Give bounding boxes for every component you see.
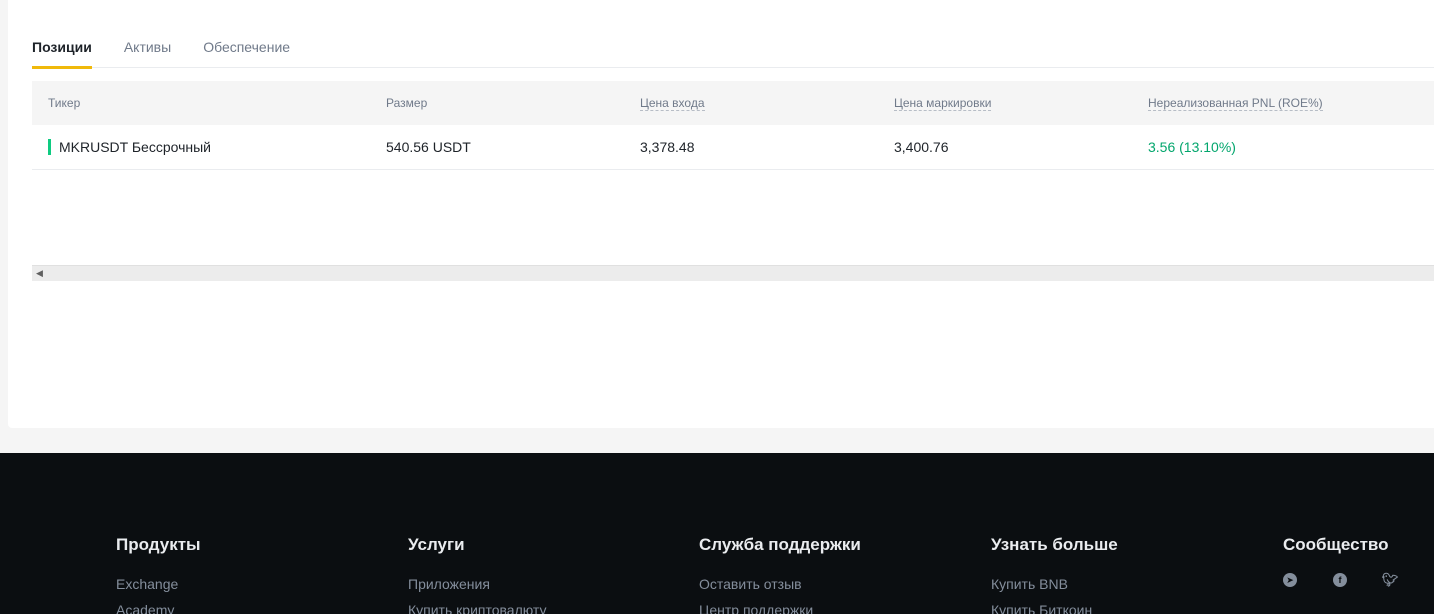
footer-link[interactable]: Academy: [116, 599, 201, 614]
footer-link[interactable]: Купить BNB: [991, 573, 1118, 599]
twitter-icon[interactable]: 🐦︎: [1382, 572, 1399, 587]
footer-col-products: Продукты Exchange Academy: [116, 535, 201, 614]
footer-link[interactable]: Купить Биткоин: [991, 599, 1118, 614]
social-icons: ➤ f 🐦︎: [1283, 572, 1399, 587]
header-unrealized-pnl-label: Нереализованная PNL (ROE%): [1148, 96, 1323, 111]
tab-assets[interactable]: Активы: [124, 28, 171, 68]
header-entry-price-label: Цена входа: [640, 96, 705, 111]
footer-link[interactable]: Центр поддержки: [699, 599, 861, 614]
footer-col-title: Служба поддержки: [699, 535, 861, 554]
footer-col-title: Узнать больше: [991, 535, 1118, 554]
table-row: MKRUSDT Бессрочный 540.56 USDT 3,378.48 …: [32, 125, 1434, 170]
footer-col-title: Услуги: [408, 535, 465, 554]
footer-link[interactable]: Приложения: [408, 573, 547, 599]
tab-positions[interactable]: Позиции: [32, 28, 92, 69]
cell-unrealized-pnl: 3.56 (13.10%): [1148, 139, 1236, 155]
cell-ticker[interactable]: MKRUSDT Бессрочный: [59, 125, 211, 170]
table-header: Тикер Размер Цена входа Цена маркировки …: [32, 81, 1434, 125]
horizontal-scrollbar[interactable]: ◀: [32, 265, 1434, 281]
footer-link[interactable]: Exchange: [116, 573, 201, 599]
scroll-left-arrow-icon[interactable]: ◀: [36, 268, 43, 279]
telegram-icon[interactable]: ➤: [1283, 573, 1297, 587]
positions-panel: Позиции Активы Обеспечение Тикер Размер …: [8, 0, 1434, 428]
footer-col-title: Сообщество: [1283, 535, 1389, 554]
header-mark-price-label: Цена маркировки: [894, 96, 992, 111]
header-unrealized-pnl[interactable]: Нереализованная PNL (ROE%): [1148, 81, 1323, 125]
long-side-indicator: [48, 139, 51, 155]
tab-collateral[interactable]: Обеспечение: [203, 28, 290, 68]
footer-col-services: Услуги Приложения Купить криптовалюту: [408, 535, 547, 614]
positions-tabs: Позиции Активы Обеспечение: [32, 28, 1434, 69]
positions-table: Тикер Размер Цена входа Цена маркировки …: [32, 81, 1434, 170]
footer-col-support: Служба поддержки Оставить отзыв Центр по…: [699, 535, 861, 614]
footer-col-learn-more: Узнать больше Купить BNB Купить Биткоин: [991, 535, 1118, 614]
cell-size: 540.56 USDT: [386, 139, 471, 155]
header-ticker: Тикер: [48, 96, 81, 110]
header-entry-price[interactable]: Цена входа: [640, 81, 705, 125]
footer: Продукты Exchange Academy Услуги Приложе…: [0, 453, 1434, 614]
footer-col-title: Продукты: [116, 535, 201, 554]
footer-link[interactable]: Купить криптовалюту: [408, 599, 547, 614]
header-size: Размер: [386, 96, 428, 110]
header-mark-price[interactable]: Цена маркировки: [894, 81, 992, 125]
footer-link[interactable]: Оставить отзыв: [699, 573, 861, 599]
cell-entry-price: 3,378.48: [640, 139, 695, 155]
cell-mark-price: 3,400.76: [894, 139, 949, 155]
facebook-icon[interactable]: f: [1333, 573, 1347, 587]
footer-col-community: Сообщество ➤ f 🐦︎: [1283, 535, 1399, 587]
